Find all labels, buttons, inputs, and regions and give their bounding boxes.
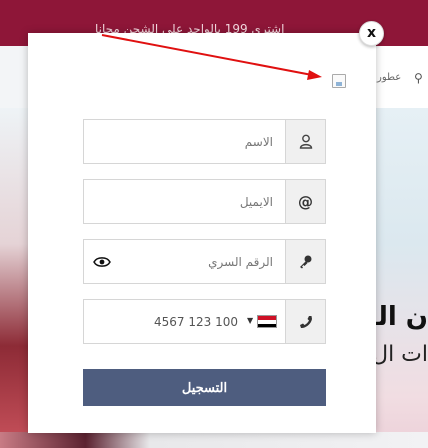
annotation-arrow-icon [101,34,322,80]
close-button[interactable]: x [359,21,384,46]
